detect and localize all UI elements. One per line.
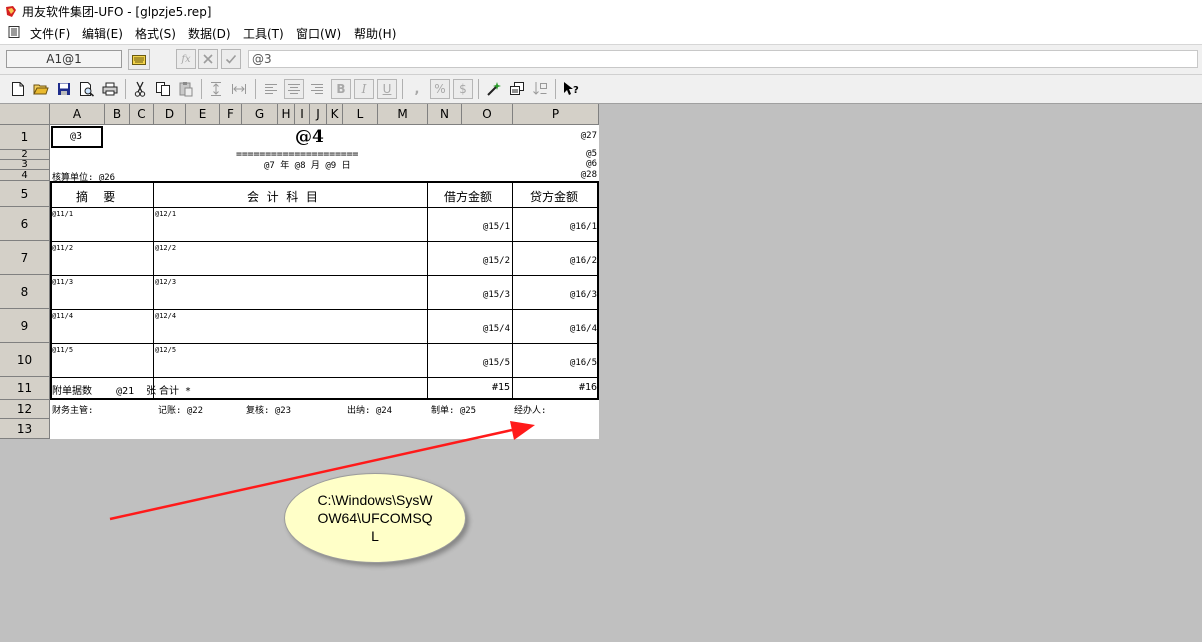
path-callout-bubble: C:\Windows\SysWOW64\UFCOMSQL [284,473,466,563]
callout-text: C:\Windows\SysWOW64\UFCOMSQL [317,492,433,544]
annotation-arrow [109,421,535,521]
